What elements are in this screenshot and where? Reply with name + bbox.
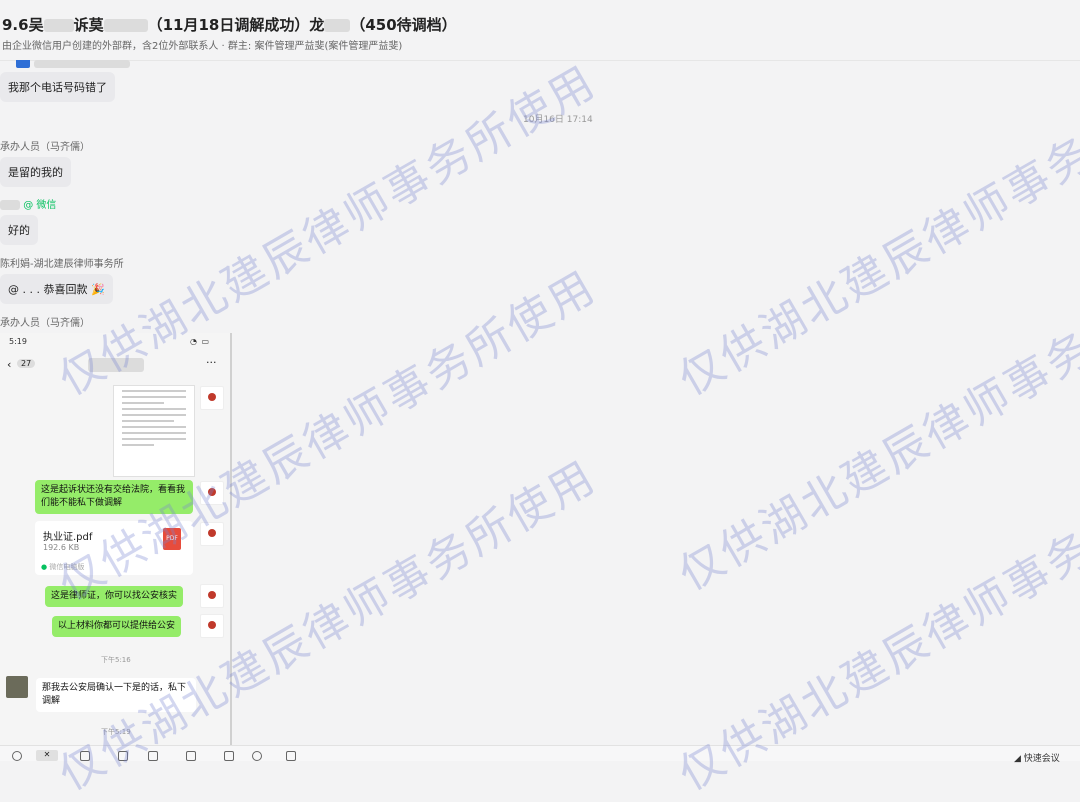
redacted-name (0, 200, 20, 210)
avatar (200, 481, 224, 505)
sender-name: 承办人员（马齐儒） (0, 318, 90, 329)
wechat-icon: ● (41, 563, 48, 571)
cut-icon[interactable]: ✕ (36, 750, 58, 761)
input-toolbar: ✕ ◢ 快速会议 (0, 745, 1080, 764)
message-bubble[interactable]: 是留的我的 (0, 157, 71, 187)
file-source-label: 微信电脑版 (49, 563, 85, 571)
document-thumbnail (113, 385, 195, 477)
avatar (200, 614, 224, 638)
message-text: @ . . . 恭喜回款 (8, 283, 88, 296)
sender-name: 承办人员（马齐儒） (0, 142, 90, 153)
message-timestamp: 10月16日 17:14 (523, 115, 593, 125)
avatar (200, 386, 224, 410)
redacted-avatar (34, 60, 130, 68)
message-bubble[interactable]: 我那个电话号码错了 (0, 72, 115, 102)
avatar[interactable] (16, 60, 30, 68)
quick-meeting-label: 快速会议 (1023, 754, 1060, 764)
watermark: 仅供湖北建辰律师事务所使用 (670, 251, 1080, 601)
redacted-name (324, 19, 351, 32)
message-bubble[interactable]: @ . . . 恭喜回款 🎉 (0, 274, 113, 304)
battery-icon: ◔ ▭ (190, 337, 211, 346)
phone-nav-bar: ‹ 27 ··· (0, 351, 230, 381)
message-bubble: 以上材料你都可以提供给公安 (52, 616, 182, 638)
file-source: ● 微信电脑版 (41, 562, 84, 572)
message-timestamp: 下午5:16 (101, 656, 131, 664)
phone-status-bar: 5:19 ◔ ▭ (0, 333, 230, 351)
quick-meeting-button[interactable]: ◢ 快速会议 (1014, 751, 1060, 764)
avatar (6, 676, 28, 698)
title-part-3: （11月18日调解成功）龙 (147, 16, 325, 34)
watermark: 仅供湖北建辰律师事务所使用 (670, 56, 1080, 406)
message-bubble[interactable]: 好的 (0, 215, 38, 245)
file-name: 执业证.pdf (43, 532, 93, 543)
video-icon: ◢ (1014, 754, 1021, 764)
sender-name: @ 微信 (0, 196, 56, 211)
unread-count: 27 (17, 359, 36, 368)
redacted-name (103, 19, 148, 32)
title-part-1: 9.6吴 (2, 16, 44, 34)
message-bubble: 那我去公安局确认一下是的话，私下调解 (36, 678, 196, 713)
chat-header: 9.6吴 诉莫 （11月18日调解成功）龙 （450待调档） 由企业微信用户创建的外部… (0, 0, 1080, 61)
redacted-contact (88, 358, 144, 372)
pdf-icon: PDF (163, 528, 181, 550)
message-timestamp: 下午5:19 (101, 728, 131, 736)
phone-time: 5:19 (9, 337, 27, 346)
title-part-2: 诉莫 (73, 16, 104, 34)
group-description: 由企业微信用户创建的外部群，含2位外部联系人 · 群主: 案件管理严益斐(案件管… (2, 41, 403, 52)
back-icon: ‹ (7, 358, 12, 371)
message-bubble: 这是起诉状还没有交给法院，看看我们能不能私下做调解 (35, 480, 193, 515)
file-card: 执业证.pdf 192.6 KB PDF ● 微信电脑版 (35, 521, 193, 575)
avatar (200, 522, 224, 546)
sender-name: 陈利娟-湖北建辰律师事务所 (0, 259, 124, 270)
title-part-4: （450待调档） (350, 16, 457, 34)
image-message[interactable]: 5:19 ◔ ▭ ‹ 27 ··· 这是起诉状还没有交给法院，看看我们能不能私下… (0, 333, 232, 745)
redacted-name (43, 19, 74, 32)
file-size: 192.6 KB (43, 543, 80, 552)
party-emoji-icon: 🎉 (90, 283, 105, 296)
avatar (200, 584, 224, 608)
message-bubble: 这是律师证，你可以找公安核实 (45, 586, 184, 608)
chat-title[interactable]: 9.6吴 诉莫 （11月18日调解成功）龙 （450待调档） (2, 14, 457, 35)
more-icon: ··· (206, 356, 217, 369)
wechat-tag: @ 微信 (23, 200, 57, 211)
